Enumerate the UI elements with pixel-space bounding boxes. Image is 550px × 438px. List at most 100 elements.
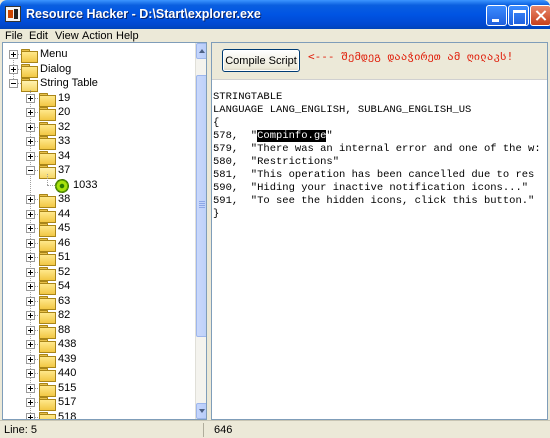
resource-tree[interactable]: Menu Dialog String Table 19 20 32 33 34 37 1033 38… (2, 42, 207, 420)
folder-icon (39, 252, 56, 266)
resource-hacker-app-icon[interactable] (5, 6, 21, 22)
expand-toggle-icon[interactable] (9, 64, 18, 74)
script-line: { (213, 117, 220, 129)
script-line: 580, "Restrictions" (213, 156, 340, 168)
tree-item-label[interactable]: 51 (58, 251, 70, 263)
tree-item-label[interactable]: 438 (58, 338, 76, 350)
tree-item-label[interactable]: 38 (58, 193, 70, 205)
script-line: } (213, 208, 220, 220)
folder-icon (39, 92, 56, 107)
folder-icon (39, 310, 56, 324)
tree-item-label[interactable]: 88 (58, 324, 70, 336)
expand-toggle-icon[interactable] (26, 93, 35, 103)
expand-toggle-icon[interactable] (26, 122, 35, 132)
folder-icon (39, 107, 56, 121)
expand-toggle-icon[interactable] (26, 383, 35, 393)
tree-item-label[interactable]: 439 (58, 353, 76, 365)
folder-icon (39, 411, 56, 419)
folder-icon (39, 324, 56, 339)
menu-help[interactable]: Help (116, 30, 139, 42)
tree-item-label[interactable]: 20 (58, 106, 70, 118)
expand-toggle-icon[interactable] (26, 267, 35, 277)
script-line-text: " (326, 130, 333, 142)
expand-toggle-icon[interactable] (9, 79, 18, 88)
expand-toggle-icon[interactable] (26, 137, 35, 146)
expand-toggle-icon[interactable] (26, 296, 35, 306)
resource-gear-icon (55, 178, 69, 193)
folder-icon (21, 63, 38, 78)
menu-view[interactable]: View (55, 30, 79, 42)
script-editor[interactable]: STRINGTABLE LANGUAGE LANG_ENGLISH, SUBLAN… (212, 79, 547, 419)
folder-icon (39, 397, 56, 411)
menu-action[interactable]: Action (82, 30, 113, 42)
maximize-icon (509, 6, 528, 25)
tree-item-label[interactable]: String Table (40, 77, 98, 89)
tree-item-label[interactable]: 54 (58, 280, 70, 292)
tree-item-label[interactable]: 515 (58, 382, 76, 394)
scroll-thumb[interactable] (196, 75, 206, 337)
compile-hint-annotation: <--- შემდეგ დააჭირეთ ამ ღილაკს! (308, 50, 514, 63)
expand-toggle-icon[interactable] (26, 195, 35, 204)
expand-toggle-icon[interactable] (26, 224, 35, 233)
scroll-down-button[interactable] (196, 403, 206, 419)
expand-toggle-icon[interactable] (26, 108, 35, 117)
folder-icon (39, 266, 56, 281)
close-icon (531, 6, 550, 25)
tree-item-label[interactable]: 52 (58, 266, 70, 278)
script-line: 591, "To see the hidden icons, click thi… (213, 195, 535, 207)
status-bar: Line: 5 646 (0, 420, 550, 438)
tree-item-label[interactable]: 34 (58, 150, 70, 162)
folder-icon (39, 194, 56, 208)
expand-toggle-icon[interactable] (26, 238, 35, 248)
scroll-up-button[interactable] (196, 43, 206, 59)
tree-item-label[interactable]: 45 (58, 222, 70, 234)
tree-item-label[interactable]: 63 (58, 295, 70, 307)
expand-toggle-icon[interactable] (26, 325, 35, 335)
tree-item-label[interactable]: 19 (58, 92, 70, 104)
expand-toggle-icon[interactable] (26, 340, 35, 349)
tree-item-label[interactable]: 82 (58, 309, 70, 321)
expand-toggle-icon[interactable] (26, 253, 35, 262)
tree-item-label[interactable]: 32 (58, 121, 70, 133)
expand-toggle-icon[interactable] (26, 311, 35, 320)
expand-toggle-icon[interactable] (26, 282, 35, 291)
tree-item-label[interactable]: 517 (58, 396, 76, 408)
expand-toggle-icon[interactable] (9, 50, 18, 59)
compile-script-button[interactable]: Compile Script (222, 49, 300, 72)
tree-item-label[interactable]: 44 (58, 208, 70, 220)
title-bar: Resource Hacker - D:\Start\explorer.exe (0, 0, 550, 29)
expand-toggle-icon[interactable] (26, 166, 35, 175)
folder-icon (39, 136, 56, 150)
close-button[interactable] (530, 5, 550, 26)
folder-icon (39, 121, 56, 136)
tree-item-label[interactable]: 1033 (73, 179, 97, 191)
script-line: 581, "This operation has been cancelled … (213, 169, 535, 181)
tree-item-label[interactable]: 518 (58, 411, 76, 420)
expand-toggle-icon[interactable] (26, 369, 35, 378)
tree-item-label[interactable]: Dialog (40, 63, 71, 75)
script-line: 579, "There was an internal error and on… (213, 143, 541, 155)
expand-toggle-icon[interactable] (26, 412, 35, 419)
tree-item-label[interactable]: Menu (40, 48, 68, 60)
folder-icon (39, 237, 56, 252)
tree-item-label[interactable]: 46 (58, 237, 70, 249)
folder-icon (21, 49, 38, 63)
window-title: Resource Hacker - D:\Start\explorer.exe (26, 7, 261, 21)
tree-item-label[interactable]: 440 (58, 367, 76, 379)
expand-toggle-icon[interactable] (26, 398, 35, 407)
script-line: 590, "Hiding your inactive notification … (213, 182, 529, 194)
expand-toggle-icon[interactable] (26, 209, 35, 219)
expand-toggle-icon[interactable] (26, 354, 35, 364)
tree-scrollbar[interactable] (195, 43, 206, 419)
menu-edit[interactable]: Edit (29, 30, 48, 42)
expand-toggle-icon[interactable] (26, 151, 35, 161)
menu-file[interactable]: File (5, 30, 23, 42)
script-line: 578, "Compinfo.ge" (213, 130, 333, 143)
tree-item-label[interactable]: 37 (58, 164, 70, 176)
tree-item-label[interactable]: 33 (58, 135, 70, 147)
maximize-button[interactable] (508, 5, 529, 26)
folder-icon (39, 281, 56, 295)
selected-text: Compinfo.ge (257, 130, 327, 142)
minimize-button[interactable] (486, 5, 507, 26)
folder-icon (39, 353, 56, 368)
